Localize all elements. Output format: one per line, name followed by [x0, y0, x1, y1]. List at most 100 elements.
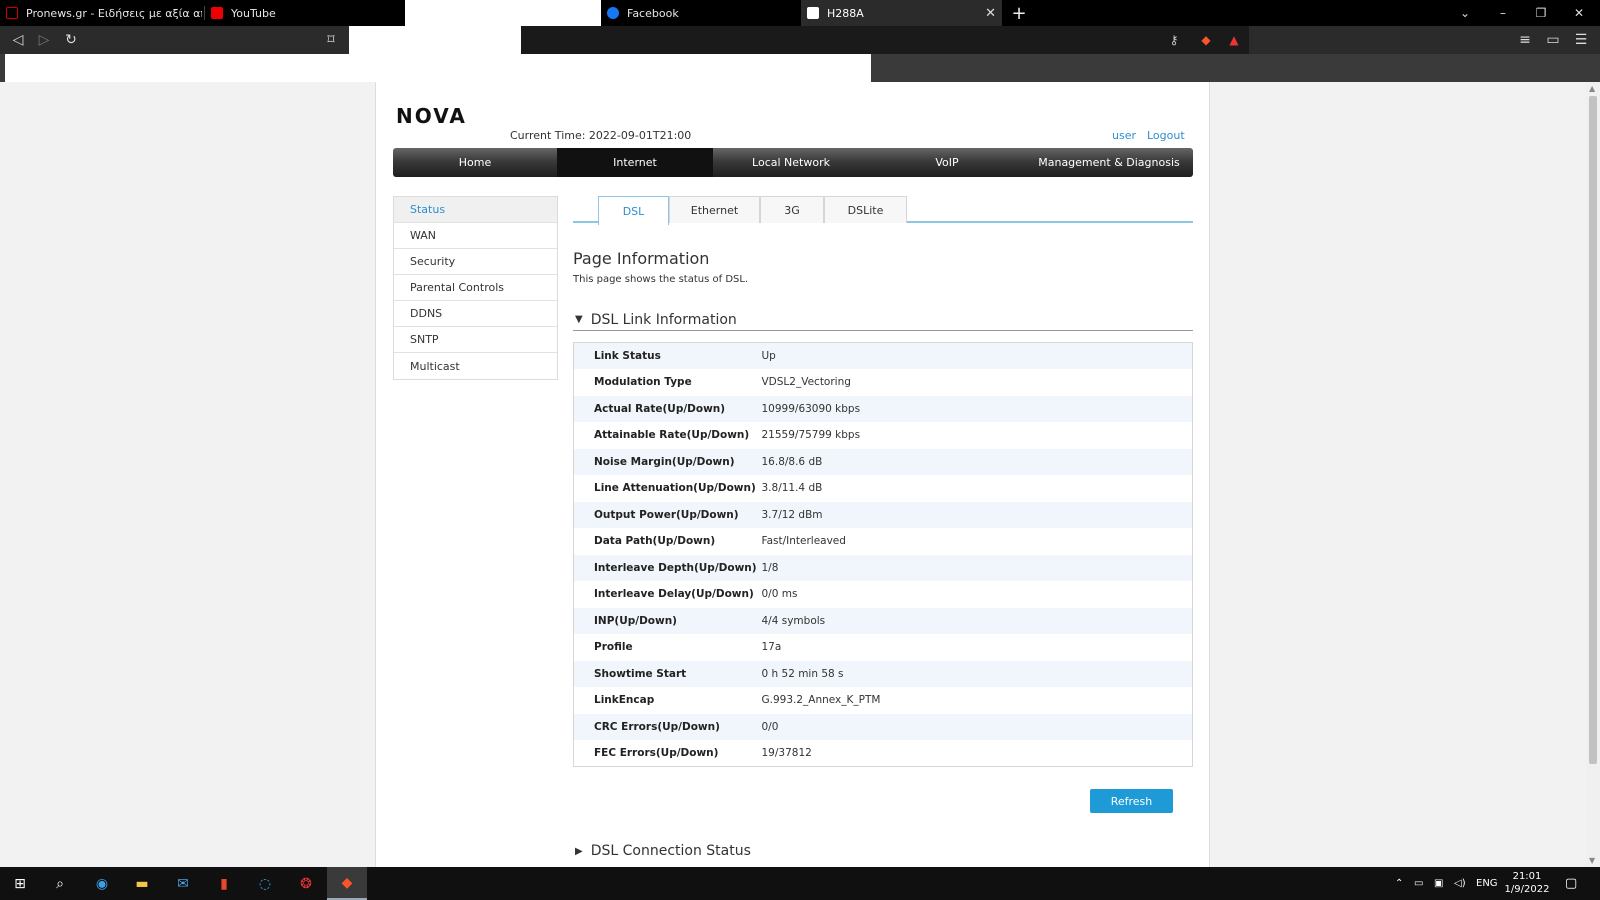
brave-taskbar-icon[interactable]: ◆	[327, 867, 367, 900]
minimize-icon[interactable]: –	[1484, 0, 1522, 26]
bookmark-icon[interactable]: ⌑	[318, 26, 344, 54]
table-row: Output Power(Up/Down) 3.7/12 dBm	[573, 501, 1193, 528]
row-label: Line Attenuation(Up/Down)	[573, 475, 762, 502]
battery-icon[interactable]: ▭	[1414, 867, 1423, 900]
router-page-icon	[807, 7, 819, 19]
browser-tab-strip: Pronews.gr - Ειδήσεις με αξία από τη You…	[0, 0, 1600, 26]
file-explorer-icon[interactable]: ▬	[122, 867, 162, 900]
side-menu: Status WAN Security Parental Controls DD…	[393, 196, 558, 380]
logout-link[interactable]: Logout	[1147, 129, 1185, 142]
tab-youtube[interactable]: YouTube	[205, 0, 405, 26]
wallet-icon[interactable]: ▭	[1540, 26, 1566, 54]
menu-icon[interactable]: ☰	[1568, 26, 1594, 54]
refresh-button[interactable]: Refresh	[1090, 789, 1173, 813]
dsl-connection-section-header[interactable]: ▶ DSL Connection Status	[573, 842, 1193, 860]
forward-icon[interactable]: ▷	[31, 26, 57, 54]
mail-icon[interactable]: ✉	[163, 867, 203, 900]
antivirus-icon[interactable]: ❂	[286, 867, 326, 900]
ccleaner-icon[interactable]: ◌	[245, 867, 285, 900]
notifications-icon[interactable]: ▢	[1565, 867, 1577, 900]
close-icon[interactable]: ✕	[985, 6, 996, 21]
nav-management-diagnosis[interactable]: Management & Diagnosis	[1025, 148, 1193, 177]
row-value: 0 h 52 min 58 s	[761, 660, 1193, 687]
side-item-wan[interactable]: WAN	[394, 223, 557, 249]
nav-local-network[interactable]: Local Network	[713, 148, 869, 177]
search-icon[interactable]: ⌕	[40, 867, 80, 900]
side-item-multicast[interactable]: Multicast	[394, 353, 557, 379]
row-label: FEC Errors(Up/Down)	[573, 740, 762, 767]
row-label: LinkEncap	[573, 687, 762, 714]
scrollbar-thumb[interactable]	[1589, 96, 1597, 764]
side-item-status[interactable]: Status	[394, 197, 557, 223]
row-value: 21559/75799 kbps	[761, 422, 1193, 449]
brave-rewards-icon[interactable]: ▲	[1224, 26, 1244, 54]
volume-icon[interactable]: ◁)	[1454, 867, 1466, 900]
address-bar-left[interactable]	[349, 26, 521, 54]
scroll-down-icon[interactable]: ▼	[1589, 856, 1595, 865]
table-row: FEC Errors(Up/Down) 19/37812	[573, 740, 1193, 767]
tab-h288a[interactable]: H288A ✕	[801, 0, 1002, 26]
row-value: 3.8/11.4 dB	[761, 475, 1193, 502]
nav-internet[interactable]: Internet	[557, 148, 713, 177]
row-value: 0/0 ms	[761, 581, 1193, 608]
tab-search-icon[interactable]: ⌄	[1446, 0, 1484, 26]
back-icon[interactable]: ◁	[5, 26, 31, 54]
row-label: Showtime Start	[573, 660, 762, 687]
table-row: Interleave Depth(Up/Down) 1/8	[573, 554, 1193, 581]
tab-dsl[interactable]: DSL	[598, 196, 669, 225]
side-item-security[interactable]: Security	[394, 249, 557, 275]
nova-logo: NOVA	[396, 104, 467, 128]
side-item-sntp[interactable]: SNTP	[394, 327, 557, 353]
window-close-icon[interactable]: ✕	[1560, 0, 1598, 26]
row-label: Actual Rate(Up/Down)	[573, 395, 762, 422]
address-bar[interactable]	[521, 26, 1249, 54]
scroll-up-icon[interactable]: ▲	[1589, 84, 1595, 93]
clock-date: 1/9/2022	[1504, 884, 1550, 895]
router-page: NOVA Current Time: 2022-09-01T21:00 user…	[375, 82, 1210, 867]
tab-title: H288A	[827, 6, 864, 20]
reload-icon[interactable]: ↻	[58, 26, 84, 54]
page-viewport: NOVA Current Time: 2022-09-01T21:00 user…	[0, 82, 1600, 867]
row-label: Noise Margin(Up/Down)	[573, 448, 762, 475]
tab-ethernet[interactable]: Ethernet	[669, 196, 760, 223]
nav-voip[interactable]: VoIP	[869, 148, 1025, 177]
row-value: Up	[761, 342, 1193, 369]
edge-icon[interactable]: ◉	[82, 867, 122, 900]
nav-home[interactable]: Home	[393, 148, 557, 177]
tray-chevron-icon[interactable]: ⌃	[1395, 867, 1403, 900]
row-value: G.993.2_Annex_K_PTM	[761, 687, 1193, 714]
sub-tabs: DSL Ethernet 3G DSLite	[573, 196, 1193, 225]
office-icon[interactable]: ▮	[204, 867, 244, 900]
taskbar-clock[interactable]: 21:01 1/9/2022	[1502, 870, 1552, 896]
row-label: INP(Up/Down)	[573, 607, 762, 634]
tab-title: Facebook	[627, 6, 679, 20]
windows-start-icon[interactable]: ⊞	[0, 867, 40, 900]
table-row: Actual Rate(Up/Down) 10999/63090 kbps	[573, 395, 1193, 422]
collapse-triangle-icon: ▼	[575, 314, 583, 325]
reading-list-icon[interactable]: ≡	[1512, 26, 1538, 54]
new-tab-button[interactable]: +	[1008, 0, 1030, 26]
expand-triangle-icon: ▶	[575, 845, 583, 857]
page-scrollbar[interactable]: ▲ ▼	[1586, 82, 1600, 867]
row-value: 10999/63090 kbps	[761, 395, 1193, 422]
tab-blank[interactable]	[405, 0, 601, 26]
brave-shields-icon[interactable]: ◆	[1196, 26, 1216, 54]
network-icon[interactable]: ▣	[1434, 867, 1443, 900]
language-indicator[interactable]: ENG	[1476, 867, 1498, 900]
table-row: CRC Errors(Up/Down) 0/0	[573, 713, 1193, 740]
tab-facebook[interactable]: Facebook	[601, 0, 801, 26]
side-item-parental-controls[interactable]: Parental Controls	[394, 275, 557, 301]
key-icon[interactable]: ⚷	[1164, 26, 1184, 54]
tab-3g[interactable]: 3G	[760, 196, 824, 223]
page-info-description: This page shows the status of DSL.	[573, 274, 749, 285]
tab-pronews[interactable]: Pronews.gr - Ειδήσεις με αξία από τη	[0, 0, 202, 26]
tab-dslite[interactable]: DSLite	[824, 196, 907, 223]
dsl-link-section-header[interactable]: ▼ DSL Link Information	[573, 309, 1193, 331]
user-link[interactable]: user	[1112, 129, 1136, 142]
side-item-ddns[interactable]: DDNS	[394, 301, 557, 327]
restore-icon[interactable]: ❐	[1522, 0, 1560, 26]
table-row: INP(Up/Down) 4/4 symbols	[573, 607, 1193, 634]
table-row: Interleave Delay(Up/Down) 0/0 ms	[573, 581, 1193, 608]
section-title: DSL Connection Status	[590, 843, 751, 859]
row-label: Output Power(Up/Down)	[573, 501, 762, 528]
